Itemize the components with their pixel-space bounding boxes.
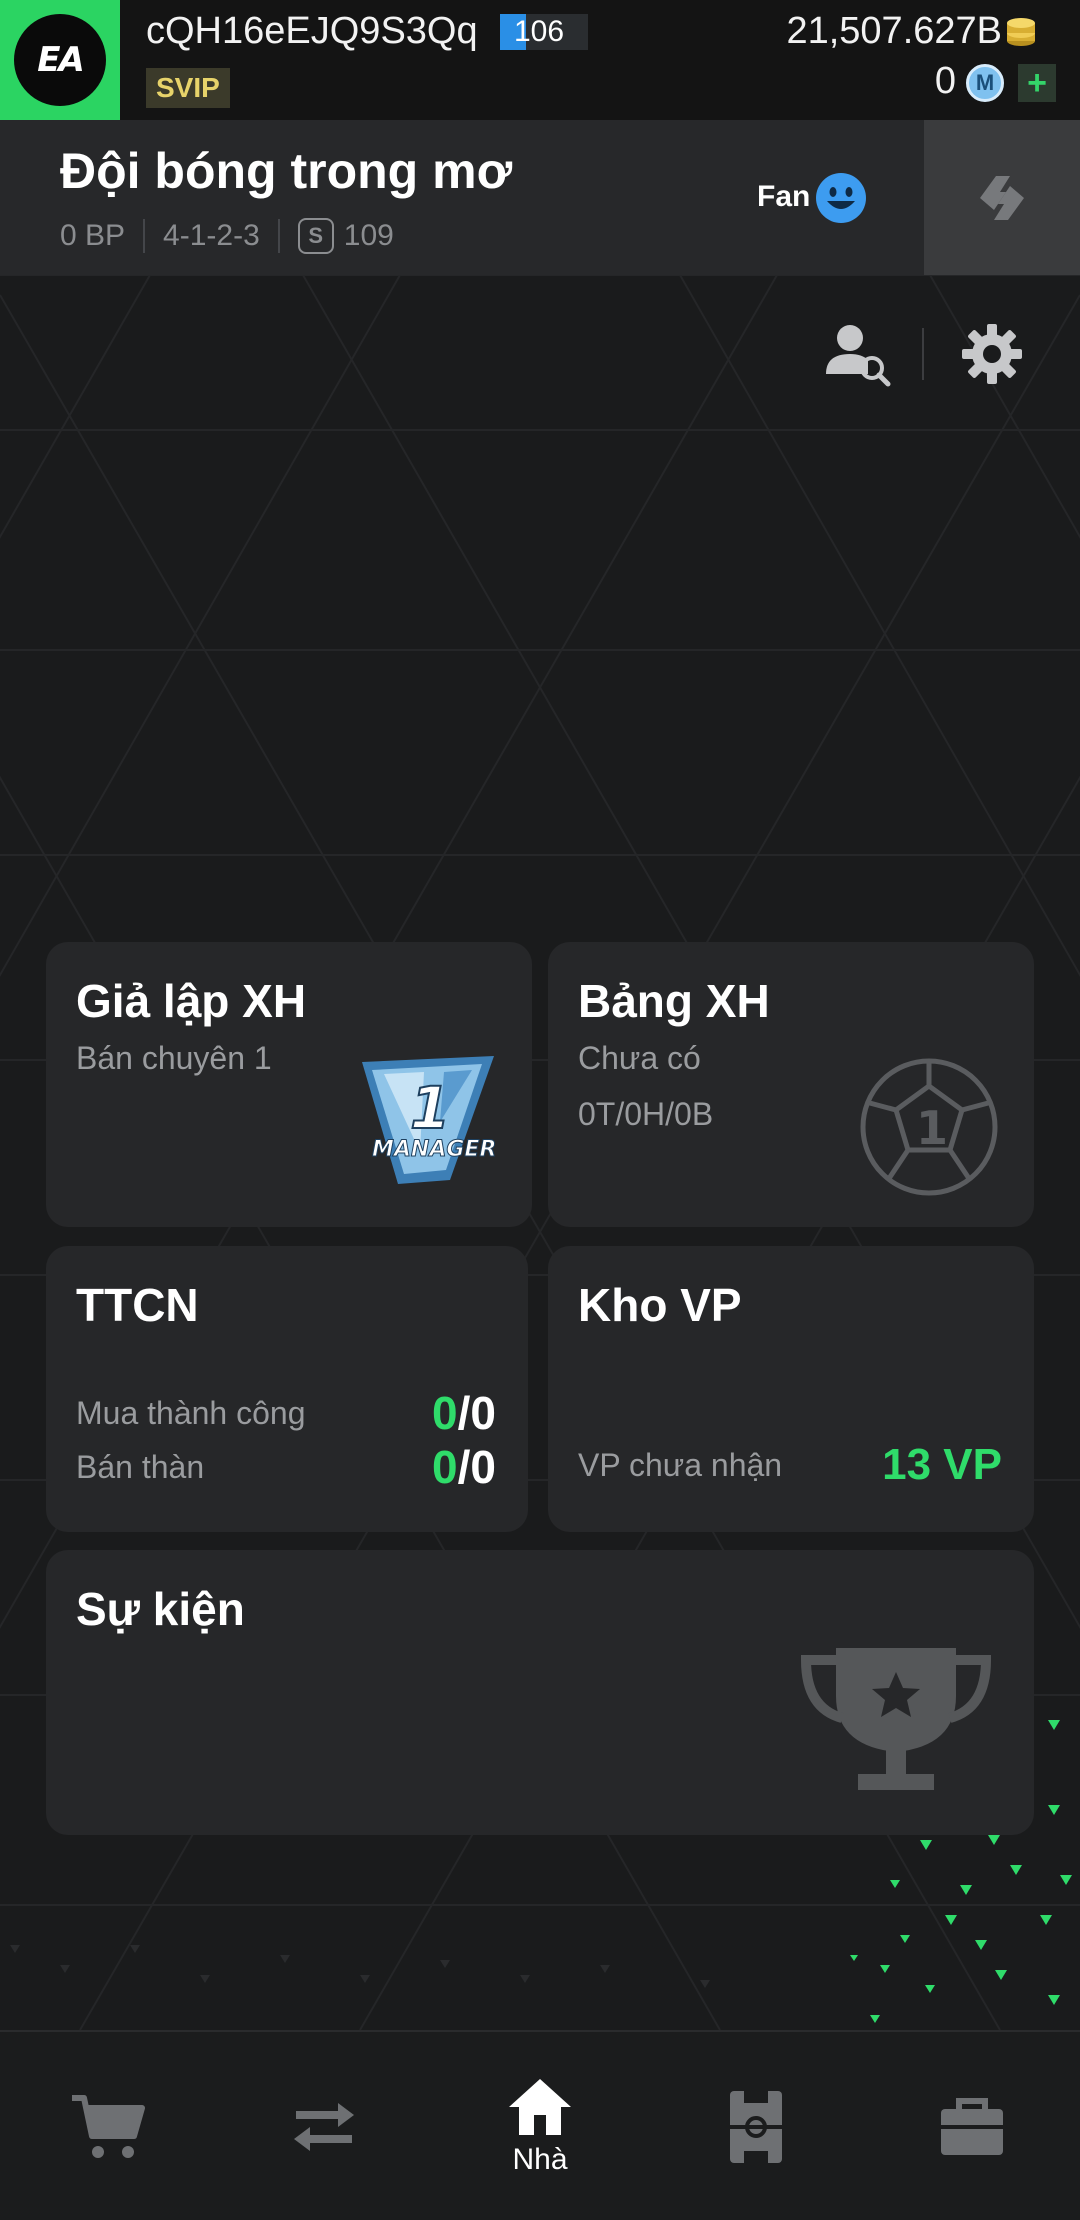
vip-badge[interactable]: SVIP	[146, 68, 230, 108]
team-bp: 0 BP	[60, 219, 126, 252]
sell-success-total: /0	[457, 1441, 496, 1493]
nav-home[interactable]: Nhà	[432, 2032, 648, 2220]
trophy-icon	[800, 1648, 992, 1790]
events-title: Sự kiện	[76, 1583, 245, 1635]
bag-icon	[941, 2098, 1003, 2155]
vp-storage-card[interactable]: Kho VP VP chưa nhận 13 VP	[548, 1246, 1034, 1532]
bottom-navigation: Nhà	[0, 2030, 1080, 2220]
stats-divider	[143, 219, 146, 253]
vp-unclaimed-row: VP chưa nhận 13 VP	[578, 1440, 1002, 1490]
gear-icon[interactable]	[960, 322, 1024, 386]
league-table-status: Chưa có	[578, 1040, 701, 1076]
pitch-icon	[730, 2091, 782, 2163]
buy-success-row: Mua thành công 0/0	[76, 1386, 496, 1440]
level-value: 106	[514, 15, 565, 48]
buy-success-value: 0/0	[432, 1386, 496, 1440]
sell-success-done: 0	[432, 1441, 458, 1493]
nav-squad[interactable]	[648, 2032, 864, 2220]
coin-balance: 21,507.627B	[786, 10, 1002, 52]
utility-divider	[922, 328, 924, 380]
team-name: Đội bóng trong mơ	[60, 143, 513, 199]
salary-icon: S	[297, 218, 334, 254]
nav-shop[interactable]	[0, 2032, 216, 2220]
level-badge: 106	[500, 14, 588, 50]
transfer-icon	[294, 2103, 354, 2151]
top-bar: EA cQH16eEJQ9S3Qq 106 SVIP 21,507.627B 0…	[0, 0, 1080, 120]
sell-success-row: Bán thàn 0/0	[76, 1440, 496, 1494]
ea-logo-circle: EA	[14, 14, 106, 106]
league-table-title: Bảng XH	[578, 975, 770, 1027]
league-table-record: 0T/0H/0B	[578, 1096, 714, 1132]
simulation-division: Bán chuyên 1	[76, 1040, 272, 1076]
buy-success-label: Mua thành công	[76, 1394, 306, 1431]
coin-stack-icon	[1007, 18, 1035, 46]
search-user-icon[interactable]	[822, 318, 892, 388]
vp-unclaimed-value: 13 VP	[882, 1440, 1002, 1489]
cart-icon	[72, 2095, 145, 2158]
manager-badge-text: MANAGER	[372, 1137, 496, 1162]
transfer-market-title: TTCN	[76, 1279, 199, 1331]
ea-logo[interactable]: EA	[0, 0, 120, 120]
team-stats: 0 BP 4-1-2-3 S 109	[60, 218, 394, 254]
nav-transfer[interactable]	[216, 2032, 432, 2220]
buy-success-done: 0	[432, 1387, 458, 1439]
vp-storage-title: Kho VP	[578, 1279, 742, 1331]
username[interactable]: cQH16eEJQ9S3Qq	[146, 10, 478, 53]
transfer-market-card[interactable]: TTCN Mua thành công 0/0 Bán thàn 0/0	[46, 1246, 528, 1532]
events-card[interactable]: Sự kiện	[46, 1550, 1034, 1835]
simulation-title: Giả lập XH	[76, 975, 307, 1027]
vp-unclaimed-label: VP chưa nhận	[578, 1446, 783, 1483]
football-rank-number: 1	[916, 1101, 948, 1155]
m-points-icon: M	[966, 64, 1004, 102]
manager-badge-number: 1	[410, 1074, 450, 1142]
sync-icon	[980, 175, 1024, 220]
home-icon	[509, 2079, 571, 2135]
simulation-ranking-card[interactable]: Giả lập XH Bán chuyên 1 1 MANAGER	[46, 942, 532, 1227]
m-points-balance: 0	[934, 60, 956, 102]
swap-team-button[interactable]	[924, 120, 1080, 275]
ea-logo-text: EA	[37, 40, 85, 80]
nav-inventory[interactable]	[864, 2032, 1080, 2220]
nav-home-label: Nhà	[512, 2143, 568, 2176]
fan-label: Fan	[757, 180, 811, 213]
team-formation: 4-1-2-3	[163, 219, 260, 252]
manager-badge-icon: 1 MANAGER	[362, 1056, 497, 1184]
team-salary: 109	[343, 219, 394, 252]
add-m-points-button[interactable]: +	[1018, 64, 1056, 102]
stats-divider	[277, 219, 280, 253]
sell-success-label: Bán thàn	[76, 1448, 205, 1485]
sell-success-value: 0/0	[432, 1440, 496, 1494]
buy-success-total: /0	[457, 1387, 496, 1439]
team-header[interactable]: Đội bóng trong mơ 0 BP 4-1-2-3 S 109 Fan	[0, 120, 1080, 275]
fan-smiley-icon[interactable]	[815, 172, 867, 224]
league-table-card[interactable]: Bảng XH Chưa có 0T/0H/0B 1	[548, 942, 1034, 1227]
football-rank-icon: 1	[860, 1058, 998, 1196]
